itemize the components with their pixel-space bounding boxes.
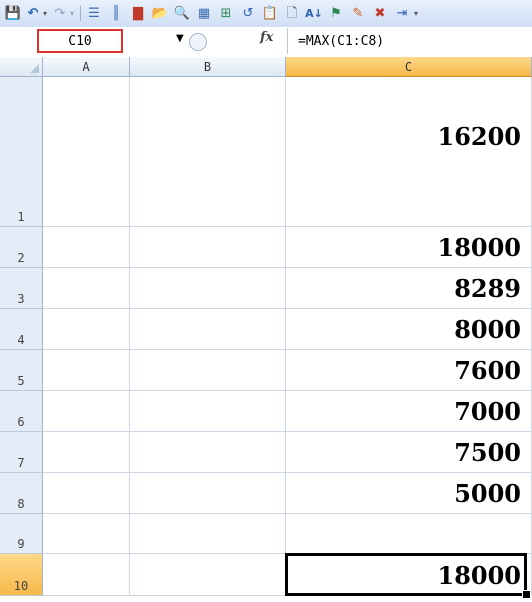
cell-a6[interactable]	[43, 391, 130, 432]
formula-bar-resize-handle[interactable]	[189, 33, 207, 51]
cell-a8[interactable]	[43, 473, 130, 514]
cell-b1[interactable]	[130, 77, 286, 227]
redo-icon[interactable]: ↷	[52, 5, 68, 22]
redo-dropdown-icon[interactable]: ▾	[68, 5, 76, 22]
cell-b5[interactable]	[130, 350, 286, 391]
cell-c9[interactable]	[286, 514, 532, 554]
cell-a4[interactable]	[43, 309, 130, 350]
row-header-1[interactable]: 1	[0, 77, 43, 227]
cell-b8[interactable]	[130, 473, 286, 514]
fill-handle[interactable]	[522, 590, 531, 599]
row-header-9[interactable]: 9	[0, 514, 43, 554]
format-icon[interactable]: ⚑	[328, 5, 344, 22]
toolbar-separator	[80, 6, 81, 21]
delete-icon[interactable]: ⇥	[394, 5, 410, 22]
column-header-c[interactable]: C	[286, 57, 532, 77]
cell-c2[interactable]: 18000	[286, 227, 532, 268]
cell-b3[interactable]	[130, 268, 286, 309]
cell-b4[interactable]	[130, 309, 286, 350]
row-header-3[interactable]: 3	[0, 268, 43, 309]
cell-c5[interactable]: 7600	[286, 350, 532, 391]
formula-input[interactable]: =MAX(C1:C8)	[287, 28, 532, 54]
active-cell-border	[285, 553, 527, 596]
select-all-corner[interactable]	[0, 57, 43, 77]
row-header-6[interactable]: 6	[0, 391, 43, 432]
cell-c1[interactable]: 16200	[286, 77, 532, 227]
new-icon[interactable]: 🗋	[284, 5, 300, 22]
name-box-dropdown-icon[interactable]: ▼	[176, 33, 184, 44]
row-header-10[interactable]: 10	[0, 554, 43, 596]
insert-columns-icon[interactable]: ║	[108, 5, 124, 22]
cell-a9[interactable]	[43, 514, 130, 554]
sort-icon[interactable]: A↓	[305, 5, 323, 22]
cell-a1[interactable]	[43, 77, 130, 227]
row-header-5[interactable]: 5	[0, 350, 43, 391]
cell-c3[interactable]: 8289	[286, 268, 532, 309]
column-header-a[interactable]: A	[43, 57, 130, 77]
name-box[interactable]: C10	[37, 29, 123, 53]
cell-c4[interactable]: 8000	[286, 309, 532, 350]
cell-a3[interactable]	[43, 268, 130, 309]
cell-a2[interactable]	[43, 227, 130, 268]
row-header-4[interactable]: 4	[0, 309, 43, 350]
edit-icon[interactable]: ✎	[350, 5, 366, 22]
save-icon[interactable]: 💾	[5, 5, 21, 22]
undo-dropdown-icon[interactable]: ▾	[41, 5, 49, 22]
cell-c8[interactable]: 5000	[286, 473, 532, 514]
cell-c6[interactable]: 7000	[286, 391, 532, 432]
cell-a5[interactable]	[43, 350, 130, 391]
cell-b7[interactable]	[130, 432, 286, 473]
paste-icon[interactable]: 📋	[262, 5, 278, 22]
table-icon[interactable]: ▦	[196, 5, 212, 22]
row-header-2[interactable]: 2	[0, 227, 43, 268]
chart-icon[interactable]: ▇	[130, 5, 146, 22]
insert-function-icon[interactable]: fx	[260, 30, 273, 45]
cell-a7[interactable]	[43, 432, 130, 473]
cell-b2[interactable]	[130, 227, 286, 268]
row-header-7[interactable]: 7	[0, 432, 43, 473]
quick-access-toolbar: 💾 ↶ ▾ ↷ ▾ ☰ ║ ▇ 📂 🔍 ▦ ⊞ ↺ 📋 🗋 A↓ ⚑ ✎ ✖ ⇥…	[0, 0, 532, 28]
cell-b10[interactable]	[130, 554, 286, 596]
row-header-8[interactable]: 8	[0, 473, 43, 514]
cell-b6[interactable]	[130, 391, 286, 432]
insert-rows-icon[interactable]: ☰	[86, 5, 102, 22]
undo-icon[interactable]: ↶	[25, 5, 41, 22]
cell-a10[interactable]	[43, 554, 130, 596]
cell-c7[interactable]: 7500	[286, 432, 532, 473]
open-folder-icon[interactable]: 📂	[152, 5, 168, 22]
column-header-b[interactable]: B	[130, 57, 286, 77]
more-dropdown-icon[interactable]: ▾	[412, 5, 420, 22]
pivot-icon[interactable]: ⊞	[218, 5, 234, 22]
print-preview-icon[interactable]: 🔍	[174, 5, 190, 22]
refresh-icon[interactable]: ↺	[240, 5, 256, 22]
clear-icon[interactable]: ✖	[372, 5, 388, 22]
cell-b9[interactable]	[130, 514, 286, 554]
